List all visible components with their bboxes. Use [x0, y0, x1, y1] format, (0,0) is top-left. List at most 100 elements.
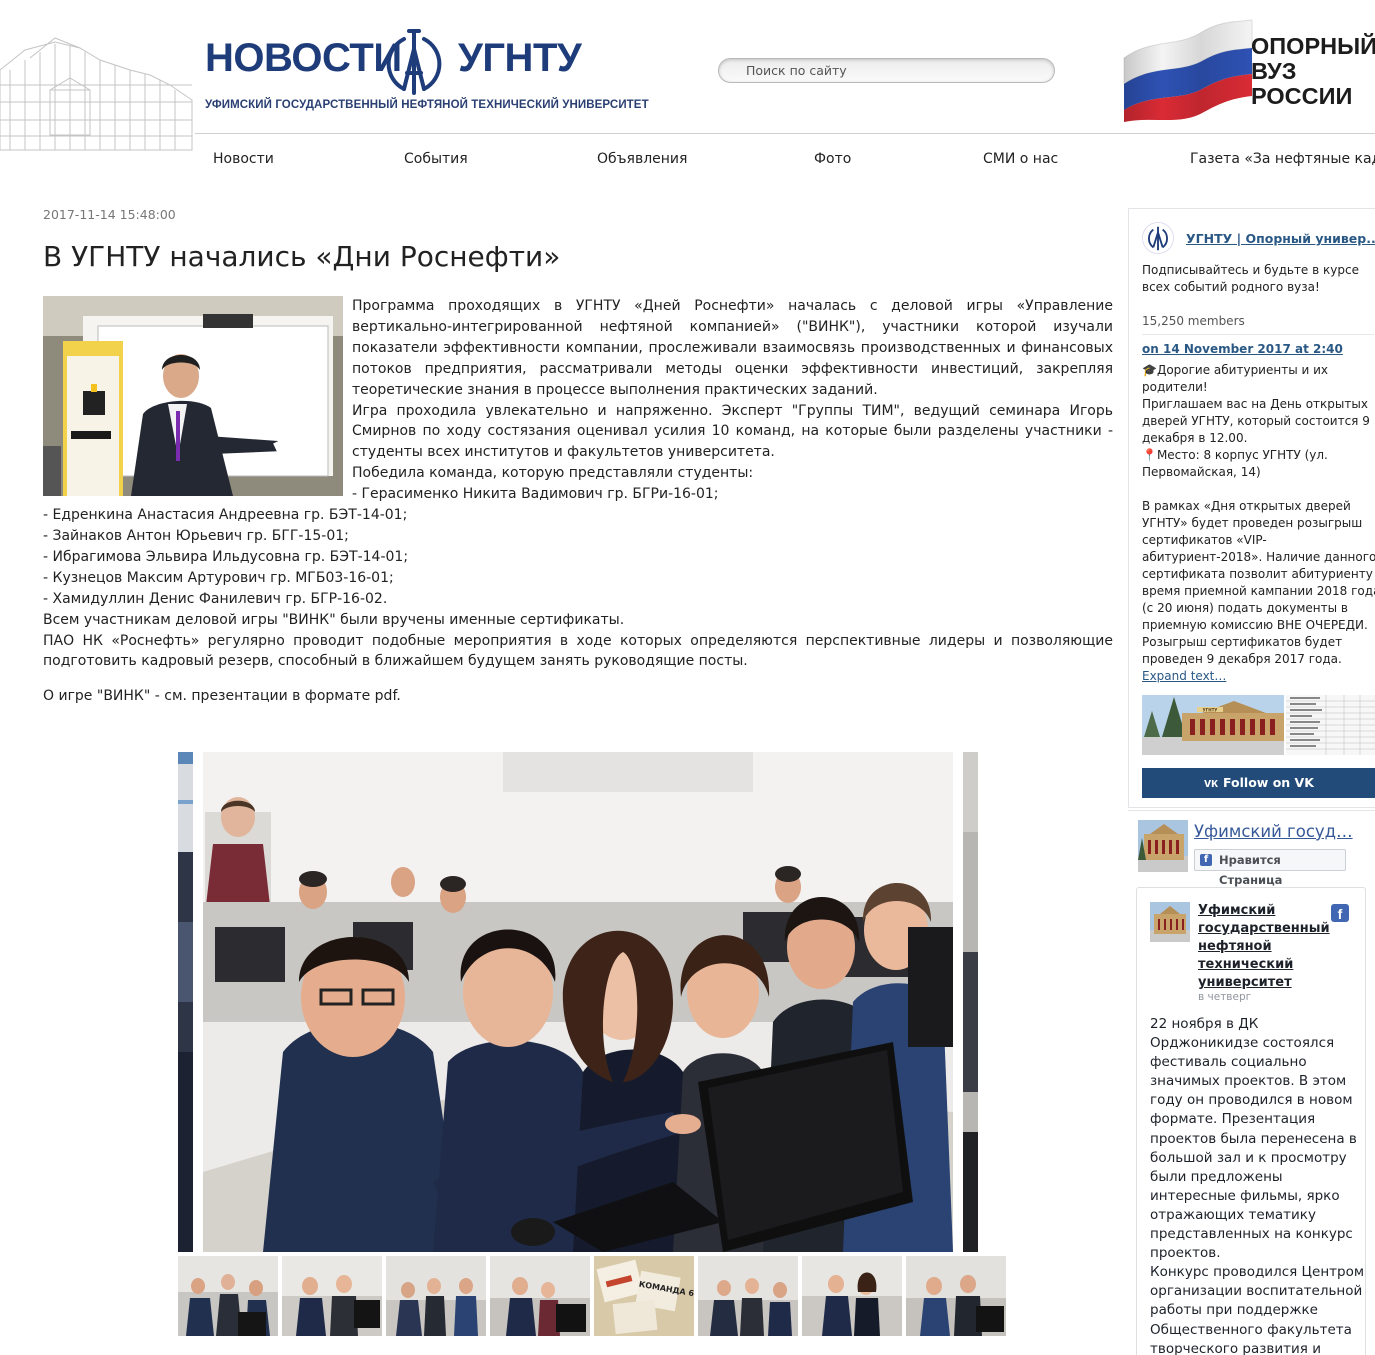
- vk-post-photo-table[interactable]: [1286, 695, 1375, 755]
- supporting-university-badge: ОПОРНЫЙ ВУЗ РОССИИ: [1251, 34, 1375, 109]
- main-navigation: Новости События Объявления Фото СМИ о на…: [0, 140, 1375, 182]
- ugntu-emblem-icon[interactable]: [380, 27, 448, 95]
- nav-item-newspaper[interactable]: Газета «За нефтяные кадры»: [1190, 151, 1375, 167]
- vk-post-line: 📍Место: 8 корпус УГНТУ (ул.: [1142, 448, 1328, 462]
- vk-divider: [1142, 334, 1374, 335]
- facebook-post-line: Общественного факультета: [1150, 1321, 1352, 1338]
- gallery-next-slide[interactable]: [963, 752, 978, 1252]
- vk-post-line: Первомайская, 14): [1142, 465, 1261, 479]
- vk-post-line: сертификата позволит абитуриенту во: [1142, 567, 1375, 581]
- badge-line-1: ОПОРНЫЙ: [1251, 33, 1375, 59]
- facebook-post-line: Орджоникидзе состоялся: [1150, 1035, 1335, 1052]
- gallery-thumbnail[interactable]: [282, 1256, 382, 1336]
- facebook-post-line: представленных на конкурс: [1150, 1226, 1353, 1243]
- gallery-thumbnail[interactable]: [490, 1256, 590, 1336]
- facebook-post-line: фестиваль социально: [1150, 1054, 1307, 1071]
- gallery-thumbnail[interactable]: [386, 1256, 486, 1336]
- article-paragraph: Всем участникам деловой игры "ВИНК" были…: [43, 611, 625, 628]
- site-search[interactable]: [718, 58, 1055, 83]
- russian-flag-icon: [1123, 19, 1253, 122]
- nav-item-announcements[interactable]: Объявления: [597, 151, 687, 167]
- facebook-post-line: творческого развития и: [1150, 1340, 1321, 1355]
- article-title: В УГНТУ начались «Дни Роснефти»: [43, 240, 561, 273]
- facebook-post-time: в четверг: [1198, 991, 1252, 1003]
- gallery-thumbnails: КОМАНДА 6: [178, 1256, 1006, 1336]
- gallery-prev-slide[interactable]: [178, 752, 193, 1252]
- facebook-page-thumbnail[interactable]: [1138, 820, 1188, 872]
- article-lead-photo[interactable]: [43, 296, 343, 496]
- vk-post-line: приемную комиссию ВНЕ ОЧЕРЕДИ.: [1142, 618, 1368, 632]
- vk-group-avatar[interactable]: [1142, 222, 1174, 254]
- article-paragraph: ПАО НК «Роснефть» регулярно проводит под…: [43, 632, 1113, 670]
- facebook-like-label: Нравится Страница: [1219, 853, 1283, 887]
- gallery-thumbnail[interactable]: [698, 1256, 798, 1336]
- vk-post-line: УГНТУ» будет проведен розыгрыш: [1142, 516, 1363, 530]
- facebook-post-line: отражающих тематику: [1150, 1206, 1316, 1223]
- vk-follow-button[interactable]: ᴠᴋ Follow on VK: [1142, 768, 1375, 798]
- logo-word-ugntu: УГНТУ: [458, 36, 582, 80]
- vk-post-photo-building[interactable]: УГНТУ: [1142, 695, 1284, 755]
- vk-post-line: Приглашаем вас на День открытых: [1142, 397, 1368, 411]
- nav-item-media-about-us[interactable]: СМИ о нас: [983, 151, 1058, 167]
- facebook-post-line: проектов была перенесена в: [1150, 1130, 1357, 1147]
- article-note: О игре "ВИНК" - см. презентации в формат…: [43, 688, 401, 705]
- facebook-post-line: значимых проектов. В этом: [1150, 1073, 1347, 1090]
- facebook-feed-post: Уфимский государственный нефтяной технич…: [1136, 887, 1366, 1355]
- facebook-post-author[interactable]: Уфимский государственный нефтяной технич…: [1198, 902, 1333, 992]
- vk-post-line: 🎓Дорогие абитуриенты и их: [1142, 363, 1328, 377]
- photo-gallery: [178, 752, 978, 1252]
- vk-post-line: дверей УГНТУ, который состоится 9: [1142, 414, 1370, 428]
- vk-photo-sign: УГНТУ: [1203, 708, 1218, 713]
- nav-item-news[interactable]: Новости: [213, 151, 274, 167]
- vk-post-line: время приемной кампании 2018 года: [1142, 584, 1375, 598]
- gallery-main-photo[interactable]: [203, 752, 953, 1252]
- facebook-like-page-button[interactable]: f Нравится Страница: [1194, 849, 1346, 887]
- facebook-logo-icon[interactable]: f: [1331, 904, 1349, 922]
- facebook-post-line: были предложены: [1150, 1168, 1283, 1185]
- facebook-post-line: большой зал и к просмотру: [1150, 1149, 1347, 1166]
- facebook-post-line: проектов.: [1150, 1245, 1221, 1262]
- logo-word-news: НОВОСТИ: [205, 36, 402, 80]
- nav-item-events[interactable]: События: [404, 151, 468, 167]
- vk-post-line: В рамках «Дня открытых дверей: [1142, 499, 1351, 513]
- facebook-post-line: 22 ноября в ДК: [1150, 1016, 1259, 1032]
- facebook-page-plugin: Уфимский госуд… f Нравится Страница: [1128, 810, 1375, 887]
- vk-post-line: родители!: [1142, 380, 1208, 394]
- vk-group-description: Подписывайтесь и будьте в курсе всех соб…: [1142, 263, 1359, 294]
- badge-line-2: ВУЗ: [1251, 58, 1297, 84]
- vk-post-line: декабря в 12.00.: [1142, 431, 1248, 445]
- vk-post-line: проведен 9 декабря 2017 года.: [1142, 652, 1342, 666]
- header-divider: [195, 133, 1375, 134]
- facebook-post-line: работы при поддержке: [1150, 1302, 1318, 1319]
- badge-line-3: РОССИИ: [1251, 83, 1353, 109]
- vk-post-line: Розыгрыш сертификатов будет: [1142, 635, 1343, 649]
- search-input[interactable]: [719, 59, 1054, 82]
- gallery-thumbnail[interactable]: [802, 1256, 902, 1336]
- winner-item: - Хамидуллин Денис Фанилевич гр. БГР-16-…: [43, 590, 388, 607]
- vk-group-name[interactable]: УГНТУ | Опорный универ...: [1186, 231, 1375, 246]
- nav-item-photo[interactable]: Фото: [814, 151, 851, 167]
- vk-follow-label: Follow on VK: [1223, 775, 1314, 790]
- facebook-f-icon: f: [1200, 854, 1212, 866]
- facebook-post-text: 22 ноября в ДК Орджоникидзе состоялся фе…: [1150, 1015, 1365, 1355]
- vk-logo-icon: ᴠᴋ: [1204, 776, 1219, 790]
- facebook-post-line: году он проводился в новом: [1150, 1092, 1353, 1109]
- facebook-post-line: формате. Презентация: [1150, 1111, 1316, 1128]
- vk-post-line: (с 20 июня) подать документы в: [1142, 601, 1348, 615]
- gallery-thumbnail[interactable]: [178, 1256, 278, 1336]
- facebook-post-line: Конкурс проводился Центром: [1150, 1264, 1365, 1281]
- university-building-illustration: [0, 37, 193, 151]
- site-header: НОВОСТИ УГНТУ УФИМСКИЙ ГОСУДАРСТВЕННЫЙ Н…: [0, 0, 1375, 151]
- vk-post-date[interactable]: on 14 November 2017 at 2:40: [1142, 342, 1343, 356]
- vk-post-line: сертификатов «VIP-: [1142, 533, 1267, 547]
- facebook-post-avatar[interactable]: [1150, 902, 1190, 942]
- facebook-page-title[interactable]: Уфимский госуд…: [1194, 822, 1353, 841]
- gallery-thumbnail[interactable]: [906, 1256, 1006, 1336]
- vk-community-widget: УГНТУ | Опорный универ... Подписывайтесь…: [1128, 208, 1375, 808]
- vk-expand-text-link[interactable]: Expand text…: [1142, 669, 1226, 683]
- gallery-thumbnail[interactable]: КОМАНДА 6: [594, 1256, 694, 1336]
- winner-item: - Кузнецов Максим Артурович гр. МГБ03-16…: [43, 569, 394, 586]
- logo-subtitle: УФИМСКИЙ ГОСУДАРСТВЕННЫЙ НЕФТЯНОЙ ТЕХНИЧ…: [205, 99, 649, 111]
- winner-item: - Едренкина Анастасия Андреевна гр. БЭТ-…: [43, 507, 408, 524]
- facebook-post-line: интересные фильмы, ярко: [1150, 1187, 1340, 1204]
